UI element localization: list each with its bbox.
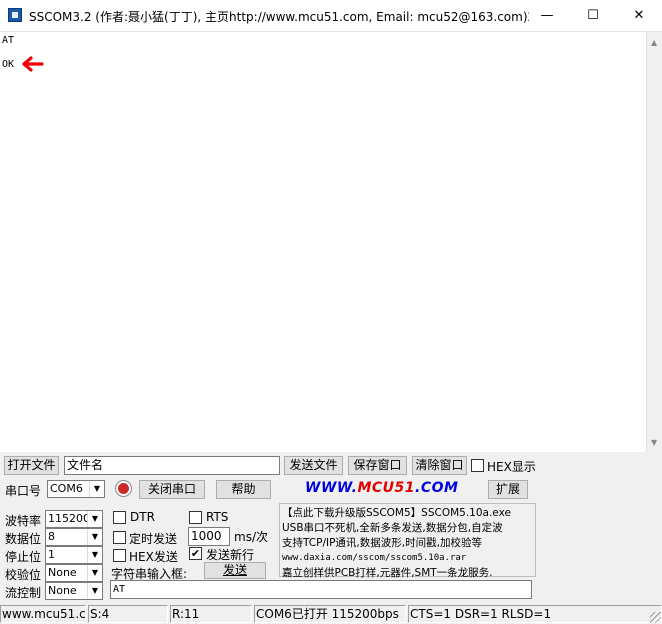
filename-field[interactable]: 文件名	[64, 456, 280, 475]
promo-line: 【点此下载升级版SSCOM5】SSCOM5.10a.exe	[282, 507, 511, 519]
dtr-checkbox[interactable]	[113, 511, 126, 524]
flow-select[interactable]: None ▼	[45, 582, 103, 600]
promo-line: 支持TCP/IP通讯,数据波形,时间戳,加校验等	[282, 537, 482, 549]
rts-label: RTS	[206, 510, 229, 524]
status-sent: S:4	[88, 605, 168, 623]
interval-unit: ms/次	[234, 530, 268, 544]
title-bar: SSCOM3.2 (作者:聂小猛(丁丁), 主页http://www.mcu51…	[0, 0, 662, 31]
new-line-checkbox[interactable]: ✔	[189, 547, 202, 560]
port-select[interactable]: COM6 ▼	[47, 480, 105, 498]
chevron-down-icon: ▼	[87, 583, 102, 599]
chevron-down-icon: ▼	[87, 529, 102, 545]
parity-select[interactable]: None ▼	[45, 564, 103, 582]
baud-select[interactable]: 115200 ▼	[45, 510, 103, 528]
chevron-down-icon: ▼	[87, 511, 102, 527]
promo-line: www.daxia.com/sscom/sscom5.10a.rar	[282, 553, 467, 563]
resize-grip-icon[interactable]	[650, 612, 661, 623]
app-icon	[8, 8, 22, 22]
brand-highlight: MCU51	[357, 480, 415, 496]
stopbits-select[interactable]: 1 ▼	[45, 546, 103, 564]
scroll-up-icon[interactable]: ▲	[651, 38, 657, 47]
scroll-down-icon[interactable]: ▼	[651, 438, 657, 447]
rts-checkbox[interactable]	[189, 511, 202, 524]
databits-select[interactable]: 8 ▼	[45, 528, 103, 546]
open-file-button[interactable]: 打开文件	[4, 456, 59, 475]
status-port: COM6已打开 115200bps	[254, 605, 406, 623]
interval-input[interactable]: 1000	[188, 527, 230, 546]
stopbits-label: 停止位	[5, 550, 42, 564]
baud-label: 波特率	[5, 514, 42, 528]
promo-line: USB串口不死机,全新多条发送,数据分包,自定波	[282, 522, 503, 534]
brand-suffix: .COM	[415, 480, 459, 496]
send-button[interactable]: 发送	[204, 562, 266, 579]
hex-send-label: HEX发送	[129, 550, 178, 564]
port-value: COM6	[50, 482, 83, 495]
save-window-button[interactable]: 保存窗口	[348, 456, 407, 475]
send-input[interactable]: AT	[110, 580, 532, 599]
port-status-led	[116, 481, 131, 496]
red-arrow-icon	[22, 56, 44, 72]
flow-value: None	[48, 584, 77, 597]
terminal-line: OK	[2, 59, 15, 70]
window-title: SSCOM3.2 (作者:聂小猛(丁丁), 主页http://www.mcu51…	[29, 10, 529, 24]
timed-send-checkbox[interactable]	[113, 531, 126, 544]
chevron-down-icon: ▼	[87, 565, 102, 581]
dtr-label: DTR	[130, 510, 155, 524]
vertical-scrollbar[interactable]: ▲ ▼	[646, 32, 662, 453]
promo-line: 嘉立创样供PCB打样,元器件,SMT一条龙服务.	[282, 567, 493, 579]
minimize-button[interactable]: —	[524, 0, 570, 31]
databits-label: 数据位	[5, 532, 42, 546]
status-received: R:11	[170, 605, 252, 623]
status-bar: www.mcu51.com S:4 R:11 COM6已打开 115200bps…	[0, 604, 662, 624]
port-label: 串口号	[5, 484, 42, 498]
parity-label: 校验位	[5, 568, 42, 582]
hex-display-label: HEX显示	[487, 460, 536, 474]
status-site: www.mcu51.com	[0, 605, 86, 623]
stopbits-value: 1	[48, 548, 55, 561]
control-panel: 打开文件 文件名 发送文件 保存窗口 清除窗口 HEX显示 串口号 COM6 ▼…	[0, 452, 662, 604]
send-file-button[interactable]: 发送文件	[284, 456, 343, 475]
chevron-down-icon: ▼	[87, 547, 102, 563]
timed-send-label: 定时发送	[129, 532, 178, 546]
maximize-button[interactable]: ☐	[570, 0, 616, 31]
baud-value: 115200	[48, 512, 90, 525]
hex-display-checkbox[interactable]	[471, 459, 484, 472]
clear-window-button[interactable]: 清除窗口	[412, 456, 467, 475]
brand-link[interactable]: WWW.MCU51.COM	[305, 480, 458, 496]
hex-send-checkbox[interactable]	[113, 549, 126, 562]
terminal-line: AT	[2, 35, 15, 46]
new-line-label: 发送新行	[206, 548, 255, 562]
close-port-button[interactable]: 关闭串口	[139, 480, 205, 499]
help-button[interactable]: 帮助	[216, 480, 271, 499]
flow-label: 流控制	[5, 586, 42, 600]
databits-value: 8	[48, 530, 55, 543]
close-button[interactable]: ✕	[616, 0, 662, 31]
receive-area[interactable]: AT OK ▲ ▼	[0, 31, 662, 453]
chevron-down-icon: ▼	[89, 481, 104, 497]
brand-prefix: WWW.	[305, 480, 358, 496]
parity-value: None	[48, 566, 77, 579]
expand-button[interactable]: 扩展	[488, 480, 528, 499]
status-signals: CTS=1 DSR=1 RLSD=1	[408, 605, 662, 623]
promo-box[interactable]: 【点此下载升级版SSCOM5】SSCOM5.10a.exe USB串口不死机,全…	[279, 503, 536, 579]
